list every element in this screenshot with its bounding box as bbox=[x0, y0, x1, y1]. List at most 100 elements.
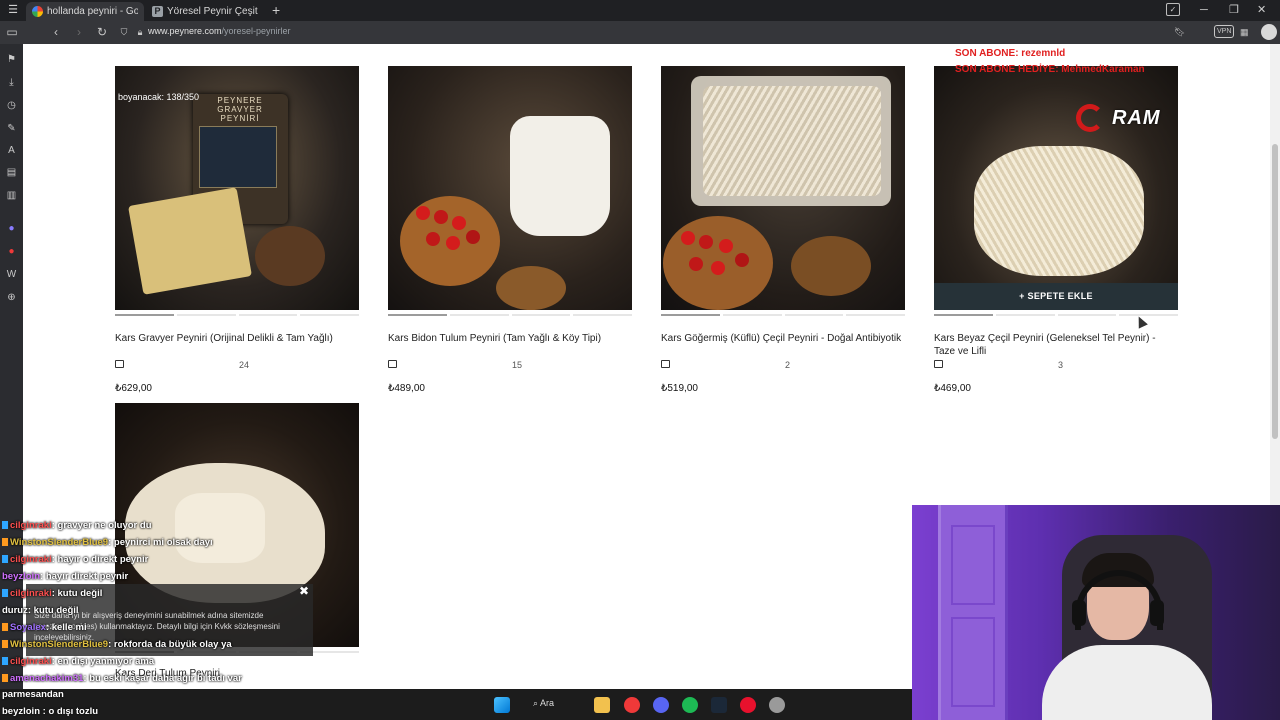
chat-text: : hayır direkt peynir bbox=[40, 571, 129, 582]
chat-user: amenachakim31 bbox=[10, 673, 84, 684]
chat-text: : bu eski kaşar daha ağır bi tadı var bbox=[83, 673, 242, 684]
chat-message: parmesandan bbox=[2, 689, 64, 700]
browser-tab-bar: ☰ hollanda peyniri - Google'd P Yöresel … bbox=[0, 0, 1280, 21]
badge-icon bbox=[2, 674, 8, 683]
product-price: ₺519,00 bbox=[661, 383, 698, 394]
chat-user: cilginraki bbox=[10, 656, 52, 667]
reader-icon[interactable]: ▥ bbox=[5, 189, 18, 202]
image-pager bbox=[388, 314, 632, 316]
comment-icon bbox=[115, 360, 124, 368]
stream-counter: boyanacak: 138/350 bbox=[118, 92, 200, 102]
chat-user: cilginraki bbox=[10, 588, 52, 599]
spotify-icon[interactable] bbox=[682, 697, 698, 713]
extensions-icon[interactable]: ▦ bbox=[1240, 25, 1249, 39]
tab-menu-icon[interactable]: ☰ bbox=[6, 3, 20, 17]
tab-google[interactable]: hollanda peyniri - Google'd bbox=[26, 2, 144, 21]
chat-text: : gravyer ne oluyor du bbox=[51, 520, 152, 531]
taskbar-search[interactable]: ⌕ Ara bbox=[533, 698, 554, 709]
forward-button[interactable]: › bbox=[71, 24, 87, 40]
product-card[interactable]: Kars Bidon Tulum Peyniri (Tam Yağlı & Kö… bbox=[388, 66, 632, 394]
mastodon-icon[interactable]: ● bbox=[5, 222, 18, 235]
address-bar: ▭ ‹ › ↻ ⛉ 🔒︎ www.peynere.com/yoresel-pey… bbox=[0, 21, 1280, 44]
wikipedia-icon[interactable]: W bbox=[5, 268, 18, 281]
comment-icon bbox=[661, 360, 670, 368]
tab-actions-icon[interactable]: ✓ bbox=[1166, 3, 1180, 16]
chat-text: : kelle mi bbox=[45, 622, 87, 633]
sidebar-toggle-icon[interactable]: ▭ bbox=[4, 24, 20, 40]
chat-message: cilginraki: kutu değil bbox=[2, 588, 102, 599]
close-icon[interactable]: ✖ bbox=[299, 585, 309, 597]
chat-message: beyzloin: hayır direkt peynir bbox=[2, 571, 128, 582]
opera-icon[interactable] bbox=[740, 697, 756, 713]
url-host: www.peynere.com bbox=[148, 26, 222, 36]
google-favicon-icon bbox=[32, 6, 43, 17]
badge-icon bbox=[2, 623, 8, 632]
chat-message: WinstonSlenderBlue9: rokforda da büyük o… bbox=[2, 639, 232, 650]
obs-icon[interactable] bbox=[769, 697, 785, 713]
product-name[interactable]: Kars Göğermiş (Küflü) Çeçil Peyniri - Do… bbox=[661, 332, 905, 358]
headset-ear-left bbox=[1072, 600, 1086, 626]
badge-icon bbox=[2, 640, 8, 649]
product-name[interactable]: Kars Beyaz Çeçil Peyniri (Geleneksel Tel… bbox=[934, 332, 1178, 358]
add-to-cart-button[interactable]: + SEPETE EKLE bbox=[934, 283, 1178, 310]
file-explorer-icon[interactable] bbox=[594, 697, 610, 713]
vivaldi-taskbar-icon[interactable] bbox=[624, 697, 640, 713]
webcam-door bbox=[938, 505, 1008, 720]
tab-peynere[interactable]: P Yöresel Peynir Çeşitleri ve Fi bbox=[146, 2, 264, 21]
chat-message: cilginraki: gravyer ne oluyor du bbox=[2, 520, 152, 531]
product-meta: 24 bbox=[115, 360, 359, 374]
badge-icon bbox=[2, 589, 8, 598]
chat-user: beyzloin bbox=[2, 571, 41, 582]
ram-logo: RAM bbox=[1076, 104, 1161, 132]
add-panel-icon[interactable]: ⊕ bbox=[5, 291, 18, 304]
notes-icon[interactable]: ✎ bbox=[5, 122, 18, 135]
close-window-button[interactable]: ✕ bbox=[1257, 2, 1266, 18]
product-price: ₺629,00 bbox=[115, 383, 152, 394]
calendar-icon[interactable]: ▤ bbox=[5, 166, 18, 179]
reload-button[interactable]: ↻ bbox=[94, 24, 110, 40]
chat-message: Soyalex: kelle mi bbox=[2, 622, 87, 633]
product-card[interactable]: Kars Göğermiş (Küflü) Çeçil Peyniri - Do… bbox=[661, 66, 905, 394]
image-pager bbox=[115, 314, 359, 316]
product-meta: 15 bbox=[388, 360, 632, 374]
scrollbar-thumb[interactable] bbox=[1272, 144, 1278, 439]
last-subscriber-gift-label: SON ABONE HEDİYE: MehmedKaraman bbox=[955, 64, 1145, 75]
product-card[interactable]: PEYNERE GRAVYER PEYNİRİ boyanacak: 138/3… bbox=[115, 66, 359, 394]
downloads-icon[interactable]: ⤓ bbox=[5, 76, 18, 89]
product-image[interactable] bbox=[661, 66, 905, 310]
bookmarks-icon[interactable]: ⚑ bbox=[5, 53, 18, 66]
new-tab-button[interactable]: + bbox=[272, 2, 280, 18]
taskbar: parmesandan beyzloin : o dışı tozlu ⌕ Ar… bbox=[0, 689, 912, 720]
product-name[interactable]: Kars Bidon Tulum Peyniri (Tam Yağlı & Kö… bbox=[388, 332, 632, 358]
badge-icon bbox=[2, 657, 8, 666]
tab-title: hollanda peyniri - Google'd bbox=[47, 6, 138, 17]
last-subscriber-label: SON ABONE: rezemnld bbox=[955, 48, 1066, 59]
tab-title: Yöresel Peynir Çeşitleri ve Fi bbox=[167, 6, 258, 17]
product-image[interactable]: + SEPETE EKLE bbox=[934, 66, 1178, 310]
chat-user: duruz bbox=[2, 605, 28, 616]
vpn-button[interactable]: VPN bbox=[1214, 25, 1235, 38]
profile-avatar[interactable] bbox=[1261, 24, 1277, 40]
comment-count: 2 bbox=[785, 360, 791, 370]
back-button[interactable]: ‹ bbox=[48, 24, 64, 40]
bookmark-icon[interactable]: 🔖︎ bbox=[1174, 25, 1185, 39]
discord-icon[interactable] bbox=[653, 697, 669, 713]
product-image[interactable] bbox=[388, 66, 632, 310]
history-icon[interactable]: ◷ bbox=[5, 99, 18, 112]
shield-icon[interactable]: ⛉ bbox=[116, 24, 132, 40]
windows-start-icon[interactable] bbox=[494, 697, 510, 713]
taskbar-search-label: Ara bbox=[540, 698, 555, 708]
product-image[interactable]: PEYNERE GRAVYER PEYNİRİ boyanacak: 138/3… bbox=[115, 66, 359, 310]
product-name[interactable]: Kars Gravyer Peyniri (Orijinal Delikli &… bbox=[115, 332, 359, 358]
lock-icon[interactable]: 🔒︎ bbox=[132, 24, 148, 40]
minimize-button[interactable]: ─ bbox=[1200, 2, 1208, 18]
chat-message: amenachakim31: bu eski kaşar daha ağır b… bbox=[2, 673, 242, 684]
url-field[interactable]: www.peynere.com/yoresel-peynirler bbox=[148, 26, 291, 36]
product-price: ₺489,00 bbox=[388, 383, 425, 394]
steam-icon[interactable] bbox=[711, 697, 727, 713]
restore-button[interactable]: ❐ bbox=[1229, 2, 1239, 18]
chat-text: : kutu değil bbox=[27, 605, 79, 616]
comment-count: 24 bbox=[239, 360, 250, 370]
vivaldi-icon[interactable]: ● bbox=[5, 245, 18, 258]
translate-icon[interactable]: A bbox=[5, 144, 18, 157]
